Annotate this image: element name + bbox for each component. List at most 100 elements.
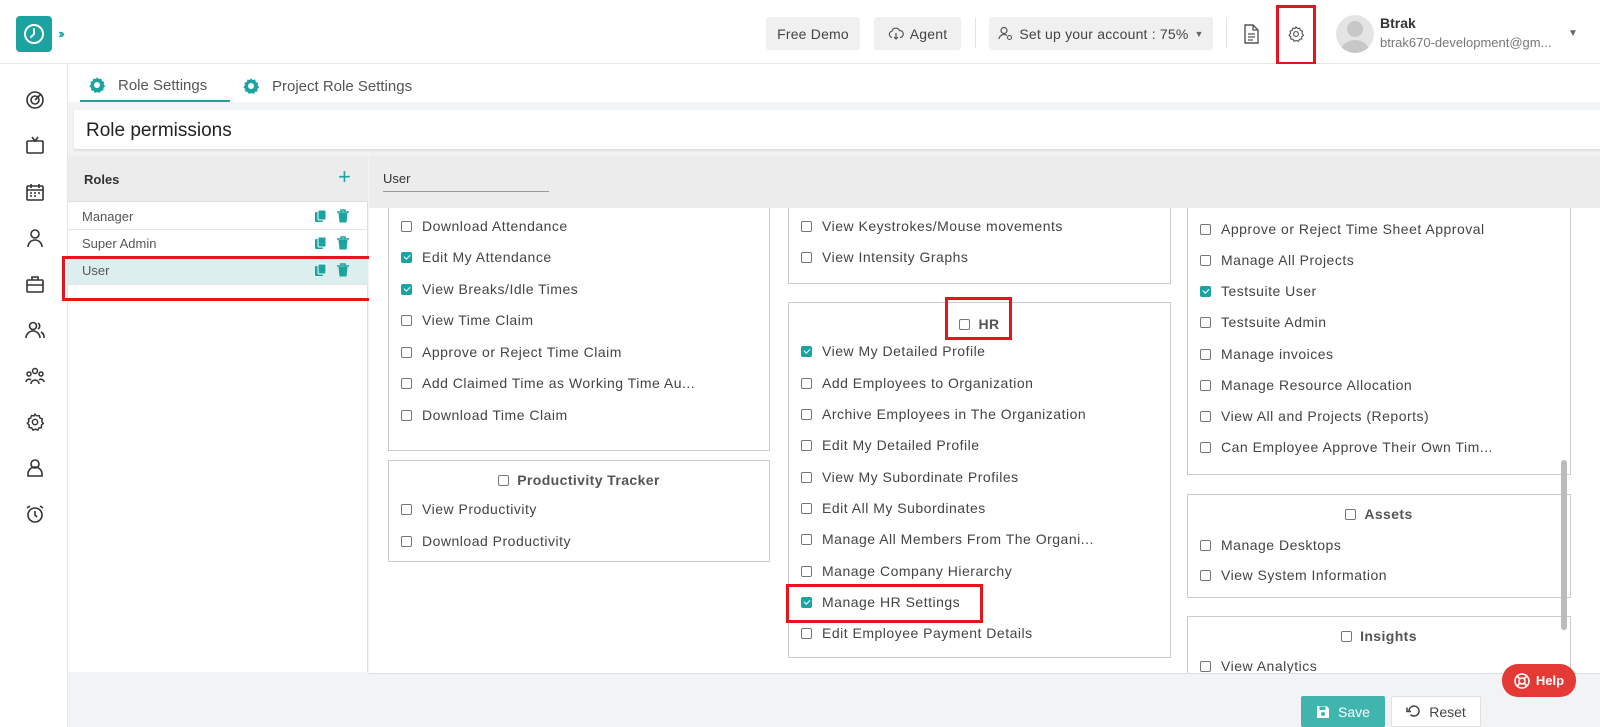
free-demo-button[interactable]: Free Demo bbox=[766, 17, 860, 50]
checkbox[interactable] bbox=[1341, 630, 1353, 642]
permission-item[interactable]: Approve or Reject Time Claim bbox=[401, 342, 622, 362]
permission-item[interactable]: Manage All Members From The Organi... bbox=[801, 529, 1094, 549]
calendar-icon[interactable] bbox=[22, 179, 48, 205]
checkbox[interactable] bbox=[1345, 508, 1357, 520]
briefcase-icon[interactable] bbox=[22, 271, 48, 297]
copy-icon[interactable] bbox=[314, 263, 328, 277]
group-header[interactable]: Insights bbox=[1188, 628, 1570, 644]
permission-item[interactable]: View System Information bbox=[1200, 565, 1387, 585]
checkbox[interactable] bbox=[801, 377, 812, 389]
checkbox[interactable] bbox=[1200, 569, 1211, 581]
checkbox[interactable] bbox=[1200, 441, 1211, 453]
permission-item[interactable]: View My Subordinate Profiles bbox=[801, 467, 1019, 487]
checkbox[interactable] bbox=[401, 377, 412, 389]
checkbox[interactable] bbox=[1200, 348, 1211, 360]
checkbox-checked[interactable] bbox=[801, 596, 812, 608]
permission-item[interactable]: Add Employees to Organization bbox=[801, 373, 1033, 393]
settings-icon[interactable] bbox=[22, 409, 48, 435]
role-item-manager[interactable]: Manager bbox=[68, 203, 368, 230]
checkbox[interactable] bbox=[959, 318, 971, 330]
permission-item[interactable]: Manage Company Hierarchy bbox=[801, 561, 1012, 581]
user-badge-icon[interactable] bbox=[22, 455, 48, 481]
permission-item[interactable]: Testsuite User bbox=[1200, 281, 1317, 301]
checkbox[interactable] bbox=[401, 409, 412, 421]
permission-item[interactable]: Edit Employee Payment Details bbox=[801, 623, 1033, 643]
permission-item[interactable]: View Productivity bbox=[401, 499, 537, 519]
checkbox[interactable] bbox=[401, 346, 412, 358]
copy-icon[interactable] bbox=[314, 209, 328, 223]
permission-item[interactable]: Edit My Detailed Profile bbox=[801, 435, 980, 455]
user-icon[interactable] bbox=[22, 225, 48, 251]
setup-account-button[interactable]: Set up your account : 75% ▼ bbox=[989, 17, 1213, 50]
permission-item[interactable]: Manage Desktops bbox=[1200, 535, 1341, 555]
team-icon[interactable] bbox=[22, 363, 48, 389]
permission-item[interactable]: View Intensity Graphs bbox=[801, 247, 968, 267]
delete-icon[interactable] bbox=[336, 209, 350, 223]
save-button[interactable]: Save bbox=[1301, 696, 1385, 727]
dashboard-icon[interactable] bbox=[22, 87, 48, 113]
checkbox[interactable] bbox=[801, 220, 812, 232]
checkbox[interactable] bbox=[1200, 254, 1211, 266]
alarm-clock-icon[interactable] bbox=[22, 501, 48, 527]
delete-icon[interactable] bbox=[336, 236, 350, 250]
permission-item[interactable]: Archive Employees in The Organization bbox=[801, 404, 1086, 424]
tv-icon[interactable] bbox=[22, 133, 48, 159]
permission-item[interactable]: View Keystrokes/Mouse movements bbox=[801, 216, 1063, 236]
checkbox-checked[interactable] bbox=[401, 283, 412, 295]
checkbox[interactable] bbox=[1200, 410, 1211, 422]
permission-item[interactable]: Can Employee Approve Their Own Tim... bbox=[1200, 437, 1493, 457]
document-icon[interactable] bbox=[1238, 21, 1264, 47]
role-item-user[interactable]: User bbox=[68, 257, 368, 285]
add-role-icon[interactable]: + bbox=[338, 166, 351, 188]
delete-icon[interactable] bbox=[336, 263, 350, 277]
checkbox[interactable] bbox=[801, 533, 812, 545]
permission-item[interactable]: Add Claimed Time as Working Time Au... bbox=[401, 373, 695, 393]
permission-item[interactable]: View Analytics bbox=[1200, 656, 1317, 673]
role-item-super-admin[interactable]: Super Admin bbox=[68, 230, 368, 257]
permission-item[interactable]: Testsuite Admin bbox=[1200, 312, 1327, 332]
avatar[interactable] bbox=[1336, 15, 1374, 53]
checkbox[interactable] bbox=[1200, 539, 1211, 551]
checkbox[interactable] bbox=[1200, 223, 1211, 235]
checkbox[interactable] bbox=[401, 220, 412, 232]
tab-role-settings[interactable]: Role Settings bbox=[80, 70, 230, 102]
permission-item[interactable]: Download Productivity bbox=[401, 531, 571, 551]
permission-item[interactable]: Download Time Claim bbox=[401, 405, 568, 425]
checkbox[interactable] bbox=[801, 627, 812, 639]
checkbox[interactable] bbox=[801, 408, 812, 420]
permission-item[interactable]: Manage Resource Allocation bbox=[1200, 375, 1412, 395]
users-icon[interactable] bbox=[22, 317, 48, 343]
scrollbar[interactable] bbox=[1561, 460, 1567, 630]
copy-icon[interactable] bbox=[314, 236, 328, 250]
app-logo[interactable] bbox=[16, 16, 52, 52]
expand-sidebar-icon[interactable]: ››› bbox=[58, 26, 65, 41]
checkbox-checked[interactable] bbox=[401, 251, 412, 263]
checkbox[interactable] bbox=[498, 474, 510, 486]
group-header[interactable]: Productivity Tracker bbox=[389, 472, 769, 488]
chevron-down-icon[interactable]: ▼ bbox=[1568, 28, 1578, 39]
checkbox[interactable] bbox=[801, 251, 812, 263]
checkbox[interactable] bbox=[401, 314, 412, 326]
help-button[interactable]: Help bbox=[1502, 664, 1576, 697]
checkbox[interactable] bbox=[1200, 660, 1211, 672]
permission-item[interactable]: Edit My Attendance bbox=[401, 247, 552, 267]
role-name-input[interactable]: User bbox=[383, 168, 549, 192]
group-header[interactable]: Assets bbox=[1188, 506, 1570, 522]
permission-item[interactable]: Edit All My Subordinates bbox=[801, 498, 986, 518]
checkbox[interactable] bbox=[1200, 379, 1211, 391]
permission-item[interactable]: Manage HR Settings bbox=[801, 592, 960, 612]
permission-item[interactable]: View My Detailed Profile bbox=[801, 341, 985, 361]
permission-item[interactable]: Download Attendance bbox=[401, 216, 568, 236]
checkbox[interactable] bbox=[401, 535, 412, 547]
permission-item[interactable]: Manage All Projects bbox=[1200, 250, 1354, 270]
tab-project-role-settings[interactable]: Project Role Settings bbox=[240, 70, 412, 102]
agent-button[interactable]: Agent bbox=[874, 17, 961, 50]
checkbox[interactable] bbox=[401, 503, 412, 515]
permission-item[interactable]: Approve or Reject Time Sheet Approval bbox=[1200, 219, 1485, 239]
permission-item[interactable]: View All and Projects (Reports) bbox=[1200, 406, 1429, 426]
checkbox-checked[interactable] bbox=[801, 345, 812, 357]
checkbox[interactable] bbox=[1200, 316, 1211, 328]
checkbox-checked[interactable] bbox=[1200, 285, 1211, 297]
checkbox[interactable] bbox=[801, 439, 812, 451]
checkbox[interactable] bbox=[801, 502, 812, 514]
